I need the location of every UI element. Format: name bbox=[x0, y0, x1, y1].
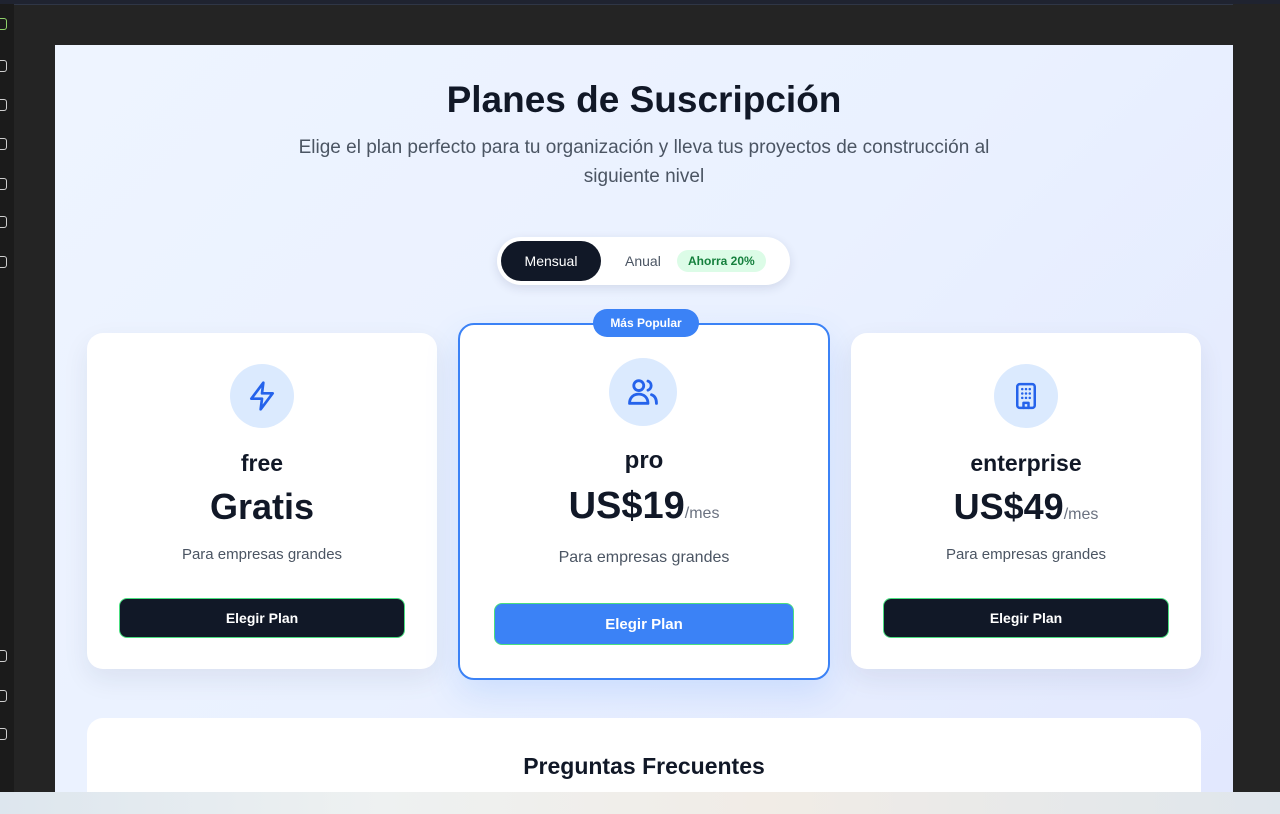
faq-section: Preguntas Frecuentes bbox=[87, 718, 1201, 792]
plan-price-amount: US$49 bbox=[953, 486, 1064, 527]
plan-price-period: /mes bbox=[1063, 506, 1099, 523]
plan-price: Gratis bbox=[87, 486, 437, 528]
users-icon bbox=[628, 379, 658, 405]
page-title: Planes de Suscripción bbox=[446, 79, 842, 120]
annual-toggle-button[interactable]: Anual Ahorra 20% bbox=[613, 241, 773, 281]
plan-icon-circle bbox=[609, 358, 677, 426]
plan-name: enterprise bbox=[970, 450, 1082, 476]
plan-description: Para empresas grandes bbox=[558, 549, 730, 566]
plan-price: US$19/mes bbox=[460, 485, 828, 528]
lightning-icon bbox=[250, 381, 274, 411]
activity-icon[interactable] bbox=[0, 690, 7, 702]
activity-icon[interactable] bbox=[0, 256, 7, 268]
billing-period-toggle: Mensual Anual Ahorra 20% bbox=[497, 237, 790, 285]
activity-icon[interactable] bbox=[0, 178, 7, 190]
activity-icon[interactable] bbox=[0, 99, 7, 111]
annual-toggle-label: Anual bbox=[625, 253, 661, 269]
plan-description: Para empresas grandes bbox=[181, 546, 343, 563]
activity-icon[interactable] bbox=[0, 216, 7, 228]
plan-description: Para empresas grandes bbox=[945, 546, 1107, 563]
os-taskbar bbox=[0, 792, 1280, 814]
plan-name: free bbox=[240, 450, 284, 476]
plan-price-period: /mes bbox=[684, 505, 720, 522]
choose-plan-button[interactable]: Elegir Plan bbox=[883, 598, 1169, 638]
pricing-page: Planes de Suscripción Elige el plan perf… bbox=[55, 45, 1233, 792]
window-right-margin bbox=[1233, 4, 1280, 792]
plan-icon-circle bbox=[994, 364, 1058, 428]
choose-plan-button[interactable]: Elegir Plan bbox=[119, 598, 405, 638]
choose-plan-button[interactable]: Elegir Plan bbox=[494, 603, 794, 645]
faq-title: Preguntas Frecuentes bbox=[523, 753, 765, 779]
window-top-border bbox=[0, 0, 1280, 5]
plan-card-free: free Gratis Para empresas grandes Elegir… bbox=[87, 333, 437, 669]
activity-icon[interactable] bbox=[0, 60, 7, 72]
plan-name: pro bbox=[624, 447, 664, 474]
activity-icon[interactable] bbox=[0, 728, 7, 740]
monthly-toggle-button[interactable]: Mensual bbox=[501, 241, 601, 281]
plan-icon-circle bbox=[230, 364, 294, 428]
activity-icon[interactable] bbox=[0, 138, 7, 150]
activity-icon[interactable] bbox=[0, 650, 7, 662]
plan-price: US$49/mes bbox=[851, 486, 1201, 528]
activity-icon[interactable] bbox=[0, 18, 7, 30]
building-icon bbox=[1016, 382, 1036, 410]
editor-activity-bar bbox=[0, 4, 14, 792]
page-subtitle: Elige el plan perfecto para tu organizac… bbox=[298, 137, 990, 187]
savings-badge: Ahorra 20% bbox=[677, 250, 766, 272]
plan-price-amount: US$19 bbox=[568, 485, 685, 527]
most-popular-badge: Más Popular bbox=[593, 309, 699, 337]
plan-price-amount: Gratis bbox=[209, 486, 315, 527]
plan-card-enterprise: enterprise US$49/mes Para empresas grand… bbox=[851, 333, 1201, 669]
plan-card-pro: Más Popular pro US$19/mes Para empresas … bbox=[458, 309, 830, 680]
